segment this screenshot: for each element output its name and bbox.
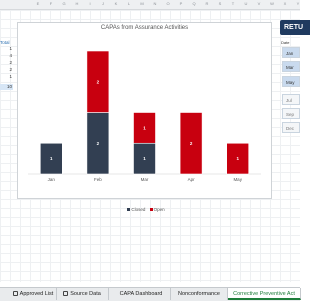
slicer-item-dec[interactable]: Dec [282,122,300,133]
total-value: 2 [9,60,12,65]
column-header[interactable]: N [150,1,160,6]
tab-approved-list[interactable]: Approved List [10,288,57,300]
tab-label: CAPA Dashboard [119,291,163,297]
total-value: 1 [9,74,12,79]
chart-plot: 1Jan22Feb11Mar2Apr1May [28,50,261,182]
x-tick-label: Apr [188,177,196,182]
slicer-item-mar[interactable]: Mar [282,61,300,72]
return-button[interactable]: RETU [280,20,310,35]
column-header[interactable]: E [33,1,43,6]
total-label: Total [0,40,10,45]
x-tick-label: Mar [141,177,149,182]
lock-icon [63,291,69,297]
total-value: 4 [9,53,12,58]
date-slicer-label: Date [281,40,290,45]
column-header[interactable]: V [254,1,264,6]
total-value: 10 [6,84,12,89]
legend-open: Open [153,207,165,212]
tab-label: Approved List [19,291,54,297]
tab-nonconformance[interactable]: Nonconformance [171,288,228,300]
tab-source-data[interactable]: Source Data [56,288,109,300]
x-tick-label: May [233,177,242,182]
column-header[interactable]: L [124,1,134,6]
column-header[interactable]: W [267,1,277,6]
column-header[interactable]: Y [293,1,303,6]
legend-swatch-open [149,208,153,212]
column-header[interactable]: K [111,1,121,6]
total-value: 1 [9,46,12,51]
total-value: 2 [9,67,12,72]
capa-chart[interactable]: CAPAs from Assurance Activities 1 Jan 2 2 Fe… [17,22,272,212]
column-header[interactable]: X [280,1,290,6]
column-header[interactable]: F [46,1,56,6]
x-tick-label: Feb [94,177,102,182]
column-header[interactable]: S [215,1,225,6]
column-header[interactable]: T [228,1,238,6]
column-header[interactable]: P [176,1,186,6]
tab-corrective-preventive-act[interactable]: Corrective Preventive Act [228,288,301,300]
column-header[interactable]: Q [189,1,199,6]
chart-legend: Closed Open [18,207,271,212]
column-header[interactable]: M [137,1,147,6]
slicer-item-sep[interactable]: Sep [282,108,300,119]
tab-label: Nonconformance [178,291,220,297]
column-header-bar: EFGHIJKLMNOPQRSTUVWXY [0,0,300,10]
tab-label: Corrective Preventive Act [233,291,295,297]
column-header[interactable]: G [59,1,69,6]
column-header[interactable]: I [85,1,95,6]
column-header[interactable]: O [163,1,173,6]
column-header[interactable]: R [202,1,212,6]
tab-label: Source Data [70,291,101,297]
lock-icon [12,291,18,297]
slicer-item-may[interactable]: May [282,76,300,87]
legend-swatch-closed [127,208,131,212]
column-header[interactable]: U [241,1,251,6]
tab-capa-dashboard[interactable]: CAPA Dashboard [112,288,171,300]
slicer-item-jul[interactable]: Jul [282,94,300,105]
legend-closed: Closed [131,207,146,212]
column-header[interactable]: H [72,1,82,6]
column-header[interactable]: J [98,1,108,6]
sheet-tabs: Approved List Source Data CAPA Dashboard No… [0,287,301,301]
x-tick-label: Jan [48,177,56,182]
slicer-item-jan[interactable]: Jan [282,47,300,58]
